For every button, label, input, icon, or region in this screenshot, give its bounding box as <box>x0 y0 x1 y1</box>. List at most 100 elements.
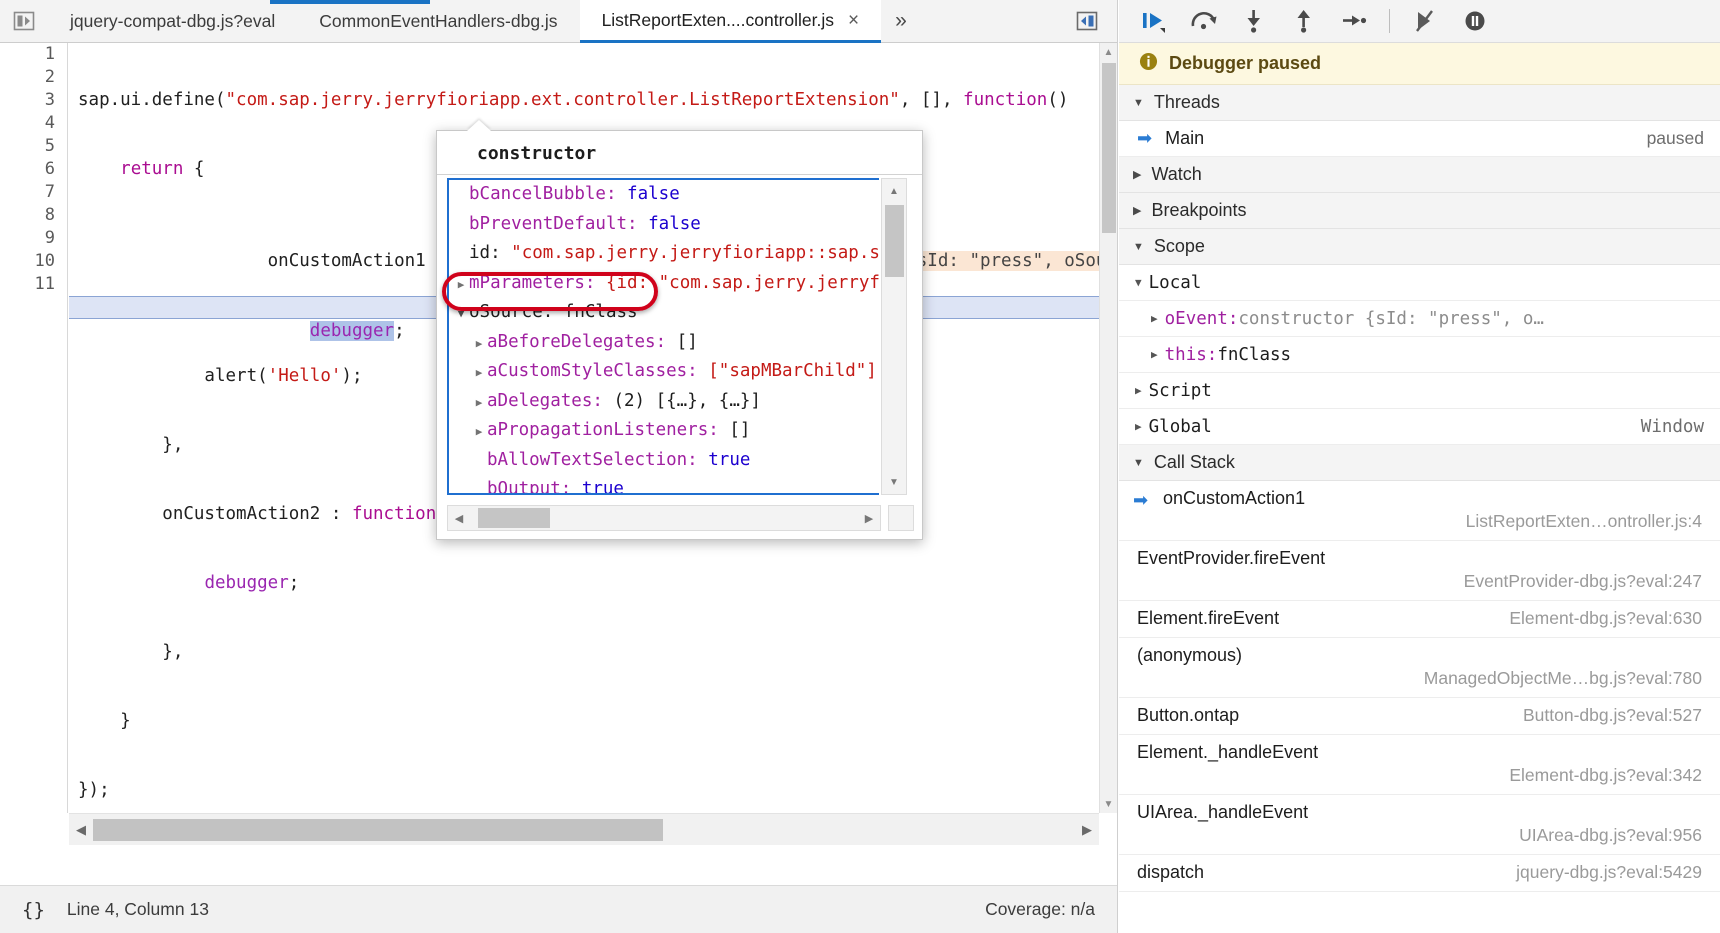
chevron-right-icon[interactable]: ▶ <box>1151 348 1158 361</box>
popup-vertical-scrollbar[interactable]: ▲ ▼ <box>881 178 907 495</box>
chevron-down-icon[interactable]: ▼ <box>453 299 469 329</box>
call-stack-frame[interactable]: (anonymous) ManagedObjectMe…bg.js?eval:78… <box>1119 638 1720 698</box>
property-row[interactable]: ▶bCancelBubble: false <box>449 180 879 210</box>
scroll-up-icon[interactable]: ▲ <box>882 179 906 203</box>
call-stack-frame[interactable]: Element.fireEvent Element-dbg.js?eval:630 <box>1119 601 1720 638</box>
code-token: () <box>1047 90 1069 110</box>
scroll-left-icon[interactable]: ◀ <box>69 822 93 838</box>
scroll-down-icon[interactable]: ▼ <box>1100 795 1117 813</box>
call-stack-list[interactable]: ➡ onCustomAction1 ListReportExten…ontrolle… <box>1119 481 1720 892</box>
chevron-right-icon[interactable]: ▶ <box>471 417 487 447</box>
section-threads[interactable]: ▼ Threads <box>1119 85 1720 121</box>
scope-row-script[interactable]: ▶ Script <box>1119 373 1720 409</box>
editor-vertical-scrollbar[interactable]: ▲ ▼ <box>1099 43 1117 813</box>
popup-horizontal-scrollbar[interactable]: ◀ ▶ <box>447 505 881 531</box>
expand-panel-icon[interactable] <box>1057 0 1117 42</box>
tab-label: jquery-compat-dbg.js?eval <box>70 10 276 31</box>
line-number: 7 <box>44 182 55 202</box>
line-number: 2 <box>44 67 55 87</box>
tab-listreport-extension-controller[interactable]: ListReportExten....controller.js × <box>579 0 882 43</box>
chevron-right-icon[interactable]: ▶ <box>471 388 487 418</box>
chevron-right-icon[interactable]: ▶ <box>1135 384 1142 397</box>
editor-horizontal-scrollbar[interactable]: ◀ ▶ <box>69 813 1099 845</box>
line-number: 9 <box>44 228 55 248</box>
call-stack-frame[interactable]: Button.ontap Button-dbg.js?eval:527 <box>1119 698 1720 735</box>
chevron-right-icon[interactable]: ▶ <box>471 358 487 388</box>
deactivate-breakpoints-icon[interactable] <box>1402 2 1448 40</box>
scroll-down-icon[interactable]: ▼ <box>882 470 906 494</box>
tab-common-event-handlers[interactable]: CommonEventHandlers-dbg.js <box>297 0 579 42</box>
call-stack-frame[interactable]: Element._handleEvent Element-dbg.js?eval:… <box>1119 735 1720 795</box>
call-stack-frame[interactable]: dispatch jquery-dbg.js?eval:5429 <box>1119 855 1720 892</box>
chevron-down-icon[interactable]: ▼ <box>1135 276 1142 289</box>
object-inspection-popup[interactable]: constructor ▶bCancelBubble: false▶bPreve… <box>436 120 923 540</box>
section-scope[interactable]: ▼ Scope <box>1119 229 1720 265</box>
chevron-right-icon[interactable]: ▶ <box>1135 420 1142 433</box>
scrollbar-thumb[interactable] <box>93 818 663 841</box>
step-over-icon[interactable] <box>1181 2 1227 40</box>
section-watch[interactable]: ▶ Watch <box>1119 157 1720 193</box>
property-row[interactable]: ▼ oSource: fnClass <box>449 298 879 328</box>
property-row[interactable]: ▶id: "com.sap.jerry.jerryfioriapp::sap.s <box>449 239 879 269</box>
popup-title: constructor <box>437 131 922 175</box>
section-call-stack[interactable]: ▼ Call Stack <box>1119 445 1720 481</box>
frame-location: Element-dbg.js?eval:342 <box>1509 765 1702 785</box>
code-line-9: }, <box>69 641 1099 664</box>
pause-icon[interactable] <box>1452 2 1498 40</box>
property-row[interactable]: ▶bAllowTextSelection: true <box>449 446 879 476</box>
scroll-right-icon[interactable]: ▶ <box>1075 822 1099 838</box>
frame-location: ManagedObjectMe…bg.js?eval:780 <box>1423 668 1702 688</box>
scope-row-global[interactable]: ▶ Global Window <box>1119 409 1720 445</box>
property-row[interactable]: ▶ aDelegates: (2) [{…}, {…}] <box>449 387 879 417</box>
thread-row-main[interactable]: ➡ Main paused <box>1119 121 1720 157</box>
chevron-right-icon[interactable]: ▶ <box>471 329 487 359</box>
thread-name: Main <box>1165 128 1205 148</box>
tab-overflow-button[interactable]: » <box>881 0 921 42</box>
code-token: onCustomAction1 : <box>183 251 458 271</box>
scrollbar-thumb[interactable] <box>1102 63 1116 233</box>
popup-property-list[interactable]: ▶bCancelBubble: false▶bPreventDefault: f… <box>447 178 879 495</box>
section-breakpoints[interactable]: ▶ Breakpoints <box>1119 193 1720 229</box>
property-row[interactable]: ▶ aBeforeDelegates: [] <box>449 328 879 358</box>
scope-variable-list[interactable]: ▼ Local ▶ oEvent: constructor {sId: "press"… <box>1119 265 1720 445</box>
call-stack-frame[interactable]: EventProvider.fireEvent EventProvider-dbg… <box>1119 541 1720 601</box>
info-icon <box>1139 52 1158 76</box>
scroll-right-icon[interactable]: ▶ <box>858 512 880 525</box>
pretty-print-icon[interactable]: {} <box>22 899 45 921</box>
chevron-right-icon: ▶ <box>1133 169 1142 181</box>
scope-row-this[interactable]: ▶ this: fnClass <box>1119 337 1720 373</box>
chevron-right-icon[interactable]: ▶ <box>1151 312 1158 325</box>
step-into-icon[interactable] <box>1231 2 1277 40</box>
scrollbar-thumb[interactable] <box>478 508 550 528</box>
resume-icon[interactable] <box>1131 2 1177 40</box>
section-label: Call Stack <box>1153 452 1235 472</box>
chevron-right-icon[interactable]: ▶ <box>453 270 469 300</box>
property-row[interactable]: ▶ aPropagationListeners: [] <box>449 416 879 446</box>
scroll-left-icon[interactable]: ◀ <box>448 512 470 525</box>
step-out-icon[interactable] <box>1281 2 1327 40</box>
chevron-down-icon: ▼ <box>1133 96 1144 109</box>
scope-row-oevent[interactable]: ▶ oEvent: constructor {sId: "press", o… <box>1119 301 1720 337</box>
tab-jquery-compat[interactable]: jquery-compat-dbg.js?eval <box>48 0 297 42</box>
call-stack-frame[interactable]: UIArea._handleEvent UIArea-dbg.js?eval:95… <box>1119 795 1720 855</box>
property-row[interactable]: ▶ aCustomStyleClasses: ["sapMBarChild"] <box>449 357 879 387</box>
section-label: Breakpoints <box>1151 200 1247 220</box>
scrollbar-thumb[interactable] <box>885 205 904 277</box>
scope-row-local[interactable]: ▼ Local <box>1119 265 1720 301</box>
property-key: aDelegates: <box>487 390 614 411</box>
collapse-panel-icon[interactable] <box>0 0 48 42</box>
code-line-10: } <box>69 710 1099 733</box>
call-stack-frame[interactable]: ➡ onCustomAction1 ListReportExten…ontrolle… <box>1119 481 1720 541</box>
property-value: {id: "com.sap.jerry.jerryf <box>605 272 879 293</box>
chevron-down-icon: ▼ <box>1133 456 1144 469</box>
close-icon[interactable]: × <box>848 11 859 30</box>
property-row[interactable]: ▶bOutput: true <box>449 475 879 495</box>
scroll-up-icon[interactable]: ▲ <box>1100 43 1117 61</box>
code-token: ; <box>288 573 300 593</box>
frame-name: onCustomAction1 <box>1163 488 1306 508</box>
property-row[interactable]: ▶bPreventDefault: false <box>449 210 879 240</box>
property-key: bOutput: <box>487 479 582 495</box>
run-to-cursor-icon[interactable] <box>1331 2 1377 40</box>
chevron-down-icon: ▼ <box>1133 240 1144 253</box>
property-row[interactable]: ▶ mParameters: {id: "com.sap.jerry.jerryf <box>449 269 879 299</box>
